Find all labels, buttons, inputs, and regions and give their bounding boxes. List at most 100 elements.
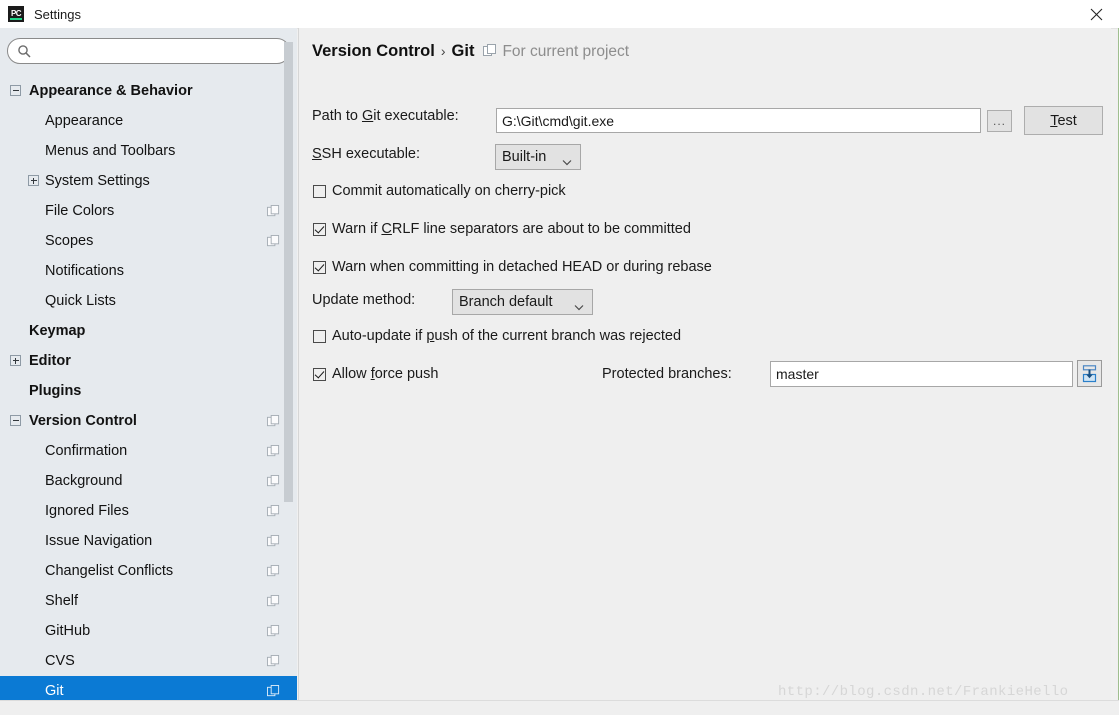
- copy-icon: [267, 475, 280, 488]
- insert-into-box-icon[interactable]: [1077, 360, 1102, 387]
- update-method-label: Update method:: [312, 292, 416, 308]
- copy-icon: [267, 595, 280, 608]
- breadcrumb: Version Control › Git For current projec…: [312, 42, 629, 61]
- sidebar-item-notifications[interactable]: Notifications: [0, 256, 297, 286]
- sidebar-item-label: File Colors: [45, 203, 115, 219]
- checkbox-warn-crlf[interactable]: Warn if CRLF line separators are about t…: [313, 221, 691, 237]
- copy-icon: [267, 415, 280, 428]
- sidebar-item-file-colors[interactable]: File Colors: [0, 196, 297, 226]
- git-settings-panel: Version Control › Git For current projec…: [298, 28, 1111, 701]
- sidebar-item-label: Version Control: [29, 413, 137, 429]
- checkbox-box[interactable]: [313, 222, 326, 236]
- sidebar-item-system-settings[interactable]: System Settings: [0, 166, 297, 196]
- pycharm-icon: PC: [8, 6, 24, 22]
- sidebar-item-git[interactable]: Git: [0, 676, 297, 701]
- bottom-strip: [0, 700, 1119, 715]
- sidebar-item-label: Git: [45, 683, 64, 699]
- sidebar-item-label: Editor: [29, 353, 71, 369]
- search-icon: [17, 44, 31, 58]
- update-method-row: Update method:: [312, 292, 415, 308]
- sidebar-item-label: Issue Navigation: [45, 533, 153, 549]
- sidebar-item-menus-and-toolbars[interactable]: Menus and Toolbars: [0, 136, 297, 166]
- checkbox-auto-update-on-reject[interactable]: Auto-update if push of the current branc…: [313, 328, 681, 344]
- sidebar-item-appearance-behavior[interactable]: Appearance & Behavior: [0, 76, 297, 106]
- checkbox-box[interactable]: [313, 184, 326, 198]
- checkbox-allow-force-push[interactable]: Allow force push: [313, 366, 438, 382]
- copy-icon: [267, 625, 280, 638]
- chevron-down-icon: [562, 154, 572, 165]
- copy-icon: [267, 505, 280, 518]
- sidebar-item-plugins[interactable]: Plugins: [0, 376, 297, 406]
- git-path-browse-button[interactable]: ...: [987, 110, 1012, 132]
- breadcrumb-note: For current project: [502, 43, 630, 60]
- settings-tree: Appearance & Behavior Appearance Menus and…: [0, 76, 297, 701]
- checkbox-label: Auto-update if push of the current branc…: [332, 328, 682, 344]
- ssh-executable-label: SSH executable:: [312, 146, 421, 162]
- git-path-label: Path to Git executable:: [312, 108, 459, 124]
- update-method-dropdown[interactable]: Branch default: [452, 289, 593, 315]
- settings-window: PC Settings Appearance & Behavior Appeara…: [0, 0, 1119, 715]
- copy-icon: [267, 205, 280, 218]
- sidebar-item-issue-navigation[interactable]: Issue Navigation: [0, 526, 297, 556]
- copy-icon[interactable]: [483, 44, 497, 58]
- collapse-icon[interactable]: [10, 85, 21, 96]
- sidebar-item-appearance[interactable]: Appearance: [0, 106, 297, 136]
- update-method-value: Branch default: [459, 294, 553, 310]
- ssh-executable-dropdown[interactable]: Built-in: [495, 144, 581, 170]
- protected-branches-row: Protected branches:: [602, 366, 732, 382]
- sidebar-item-label: Background: [45, 473, 123, 489]
- sidebar-item-ignored-files[interactable]: Ignored Files: [0, 496, 297, 526]
- settings-sidebar: Appearance & Behavior Appearance Menus and…: [0, 28, 297, 701]
- sidebar-item-cvs[interactable]: CVS: [0, 646, 297, 676]
- sidebar-item-shelf[interactable]: Shelf: [0, 586, 297, 616]
- sidebar-item-confirmation[interactable]: Confirmation: [0, 436, 297, 466]
- copy-icon: [267, 685, 280, 698]
- checkbox-warn-detached-head[interactable]: Warn when committing in detached HEAD or…: [313, 259, 712, 275]
- expand-icon[interactable]: [28, 175, 39, 186]
- window-title: Settings: [34, 6, 81, 22]
- sidebar-item-quick-lists[interactable]: Quick Lists: [0, 286, 297, 316]
- test-button[interactable]: Test: [1024, 106, 1103, 135]
- sidebar-item-label: Appearance & Behavior: [29, 83, 193, 99]
- checkbox-label: Warn when committing in detached HEAD or…: [332, 259, 712, 275]
- sidebar-item-label: System Settings: [45, 173, 150, 189]
- checkbox-label: Warn if CRLF line separators are about t…: [332, 221, 691, 237]
- ssh-executable-row: SSH executable:: [312, 146, 420, 162]
- breadcrumb-separator: ›: [440, 43, 446, 59]
- sidebar-item-label: Quick Lists: [45, 293, 116, 309]
- sidebar-item-keymap[interactable]: Keymap: [0, 316, 297, 346]
- sidebar-item-label: Plugins: [29, 383, 82, 399]
- copy-icon: [267, 565, 280, 578]
- search-input[interactable]: [37, 40, 281, 62]
- sidebar-item-background[interactable]: Background: [0, 466, 297, 496]
- breadcrumb-root[interactable]: Version Control: [312, 42, 435, 61]
- sidebar-item-label: Ignored Files: [45, 503, 129, 519]
- sidebar-scrollbar-thumb[interactable]: [284, 42, 293, 502]
- expand-icon[interactable]: [10, 355, 21, 366]
- close-icon[interactable]: [1073, 0, 1119, 28]
- sidebar-item-label: Shelf: [45, 593, 79, 609]
- checkbox-box[interactable]: [313, 329, 326, 343]
- watermark: http://blog.csdn.net/FrankieHello: [778, 684, 1069, 700]
- breadcrumb-current: Git: [451, 42, 475, 60]
- search-box[interactable]: [7, 38, 290, 64]
- chevron-down-icon: [574, 299, 584, 310]
- sidebar-item-scopes[interactable]: Scopes: [0, 226, 297, 256]
- sidebar-item-changelist-conflicts[interactable]: Changelist Conflicts: [0, 556, 297, 586]
- sidebar-item-label: Confirmation: [45, 443, 128, 459]
- protected-branches-label: Protected branches:: [602, 366, 732, 382]
- checkbox-box[interactable]: [313, 367, 326, 381]
- sidebar-item-label: Appearance: [45, 113, 124, 129]
- sidebar-item-label: Changelist Conflicts: [45, 563, 174, 579]
- git-path-input[interactable]: [496, 108, 981, 133]
- copy-icon: [267, 445, 280, 458]
- collapse-icon[interactable]: [10, 415, 21, 426]
- sidebar-item-label: Scopes: [45, 233, 94, 249]
- sidebar-item-editor[interactable]: Editor: [0, 346, 297, 376]
- sidebar-item-github[interactable]: GitHub: [0, 616, 297, 646]
- checkbox-label: Commit automatically on cherry-pick: [332, 183, 566, 199]
- sidebar-item-version-control[interactable]: Version Control: [0, 406, 297, 436]
- protected-branches-input[interactable]: [770, 361, 1073, 387]
- checkbox-box[interactable]: [313, 260, 326, 274]
- checkbox-commit-on-cherry-pick[interactable]: Commit automatically on cherry-pick: [313, 183, 566, 199]
